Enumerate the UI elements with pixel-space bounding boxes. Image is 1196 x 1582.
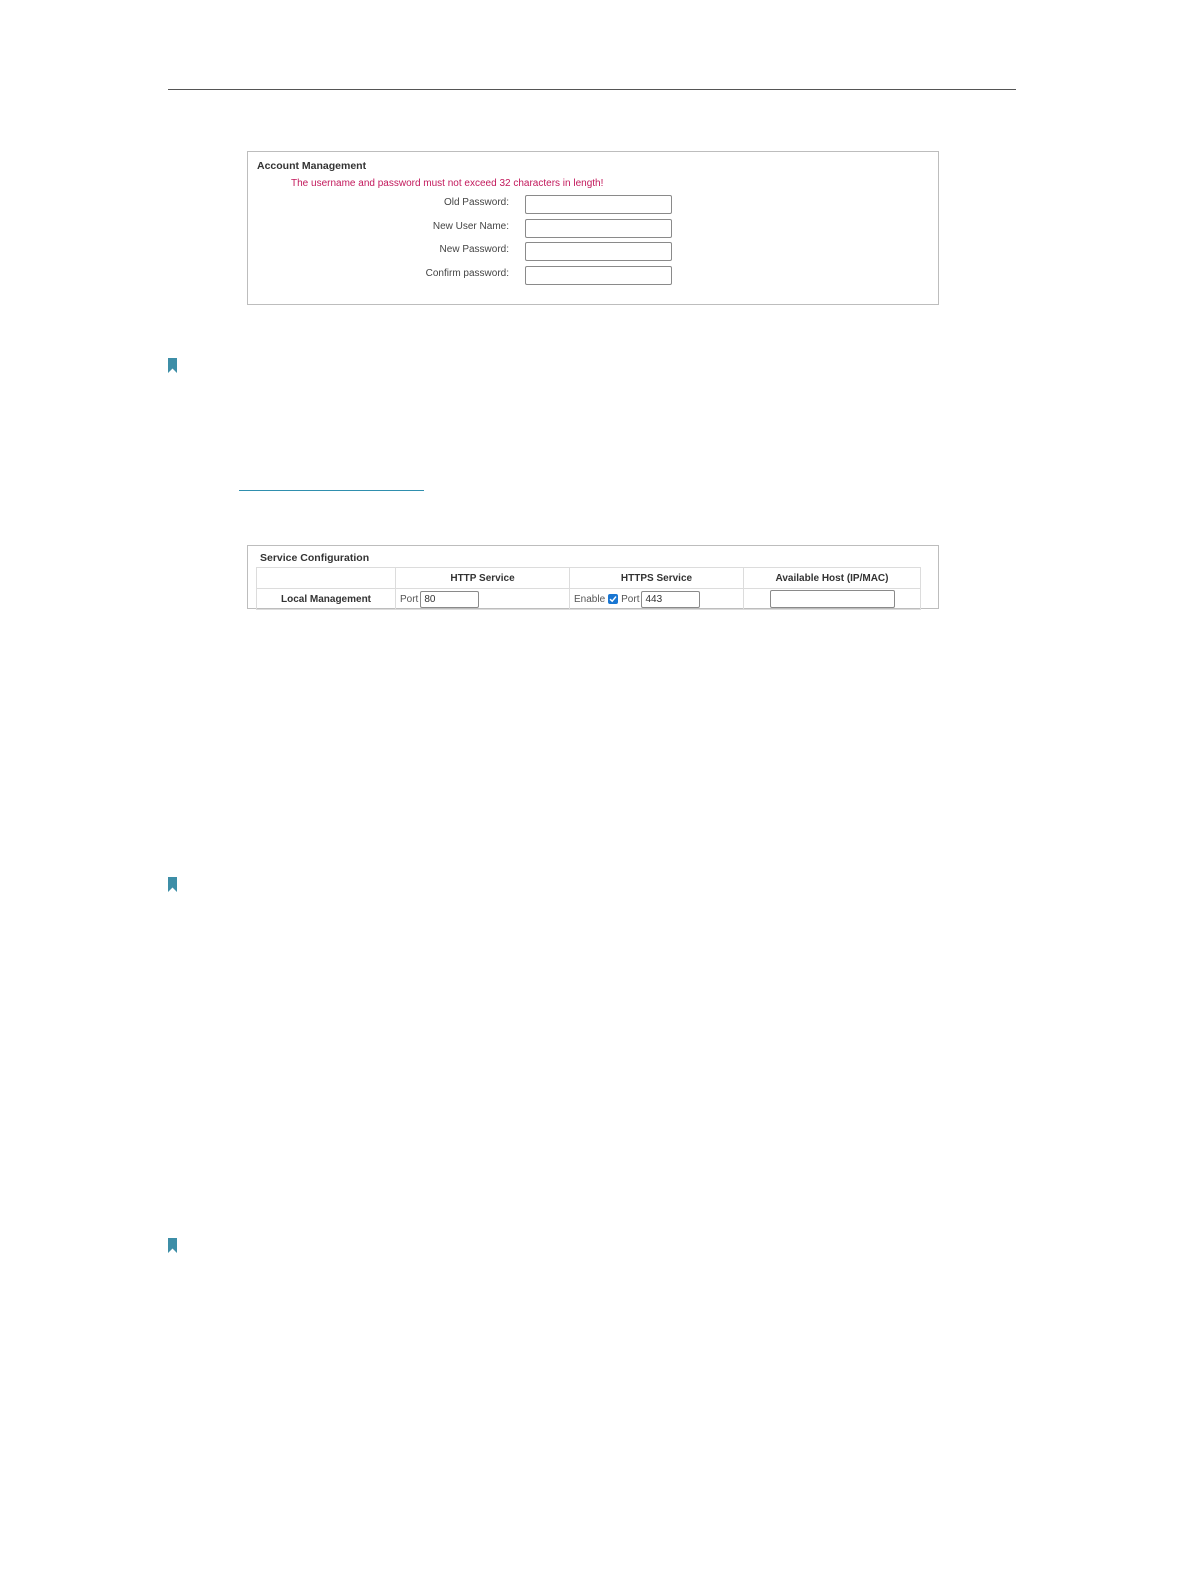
account-management-panel: Account Management The username and pass…: [247, 151, 939, 305]
account-management-title: Account Management: [257, 160, 367, 172]
checkmark-icon: [609, 596, 617, 603]
new-password-input[interactable]: [525, 242, 672, 261]
new-password-row: New Password:: [248, 242, 938, 262]
table-header-row: HTTP Service HTTPS Service Available Hos…: [256, 567, 921, 589]
bookmark-icon: [168, 358, 177, 373]
http-service-cell: Port: [395, 588, 570, 610]
local-management-label: Local Management: [256, 588, 396, 610]
https-enable-checkbox[interactable]: [608, 594, 619, 604]
bookmark-icon: [168, 877, 177, 892]
column-header-http: HTTP Service: [395, 567, 570, 589]
length-warning: The username and password must not excee…: [291, 178, 604, 189]
old-password-input[interactable]: [525, 195, 672, 214]
column-header-available-host: Available Host (IP/MAC): [743, 567, 921, 589]
new-username-row: New User Name:: [248, 219, 938, 239]
https-port-input[interactable]: [641, 590, 701, 608]
new-password-label: New Password:: [439, 244, 509, 255]
new-username-label: New User Name:: [432, 221, 509, 232]
table-row: Local Management Port Enable Port: [256, 588, 921, 610]
http-port-label: Port: [400, 593, 419, 605]
http-port-input[interactable]: [420, 590, 480, 608]
https-service-cell: Enable Port: [569, 588, 744, 610]
link-underline: [239, 490, 424, 491]
https-enable-label: Enable: [574, 593, 606, 605]
service-configuration-title: Service Configuration: [260, 552, 370, 564]
header-rule: [168, 89, 1016, 90]
confirm-password-input[interactable]: [525, 266, 672, 285]
column-header-blank: [256, 567, 396, 589]
https-port-label: Port: [621, 593, 640, 605]
service-table: HTTP Service HTTPS Service Available Hos…: [256, 567, 921, 610]
available-host-input[interactable]: [769, 590, 895, 608]
old-password-row: Old Password:: [248, 195, 938, 215]
confirm-password-label: Confirm password:: [425, 268, 509, 279]
service-configuration-panel: Service Configuration HTTP Service HTTPS…: [247, 545, 939, 610]
available-host-cell: [743, 588, 921, 610]
old-password-label: Old Password:: [443, 197, 509, 208]
column-header-https: HTTPS Service: [569, 567, 744, 589]
new-username-input[interactable]: [525, 219, 672, 238]
bookmark-icon: [168, 1238, 177, 1253]
confirm-password-row: Confirm password:: [248, 266, 938, 286]
